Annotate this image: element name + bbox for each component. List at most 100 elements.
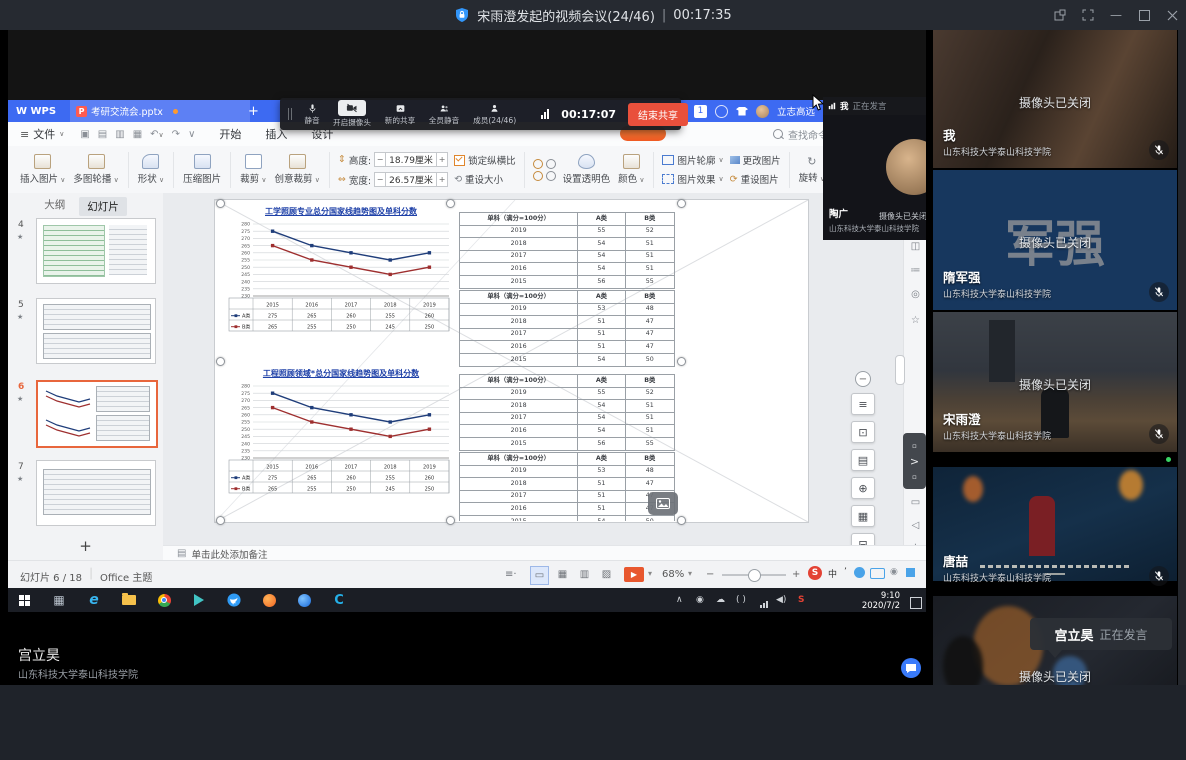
zoom-out-button[interactable]: − — [706, 569, 714, 580]
slide-canvas[interactable]: 工学照顾专业总分国家线趋势图及单科分数280275270265260255250… — [215, 200, 808, 522]
dingtalk-taskbar-icon[interactable] — [226, 592, 242, 608]
contrast-down-icon[interactable] — [546, 171, 556, 181]
ribbon-color-button[interactable]: 颜色 ∨ — [614, 154, 648, 185]
tab-slides[interactable]: 幻灯片 — [79, 197, 127, 216]
properties-icon[interactable]: ◫ — [904, 241, 926, 252]
slide-thumb-5[interactable]: 5★ — [8, 298, 163, 364]
selection-handle[interactable] — [216, 199, 225, 208]
ribbon-shapes-button[interactable]: 形状 ∨ — [134, 154, 168, 185]
ribbon-lock-ratio-checkbox[interactable]: 锁定纵横比 — [454, 153, 516, 167]
ime-keyboard-icon[interactable] — [870, 568, 885, 579]
crop-icon[interactable]: ⊡ — [851, 421, 875, 443]
maximize-button[interactable] — [1138, 9, 1150, 21]
skin-icon[interactable] — [736, 107, 748, 116]
copy-icon[interactable]: ⊟ — [851, 533, 875, 545]
tray-sogou-icon[interactable]: S — [798, 595, 804, 605]
float-window-icon[interactable] — [1054, 9, 1066, 21]
close-button[interactable] — [1166, 9, 1178, 21]
new-share-button[interactable]: 新的共享 — [384, 103, 416, 126]
chrome-icon[interactable] — [156, 592, 172, 608]
zoom-slider-thumb[interactable] — [748, 569, 761, 582]
search-command[interactable]: 查找命令 — [773, 127, 828, 142]
end-share-button[interactable]: 结束共享 — [628, 103, 688, 126]
tray-volume-icon[interactable]: ◀) — [776, 595, 786, 605]
cctalk-icon[interactable]: C — [331, 592, 347, 608]
sidebar-scrollbar[interactable] — [1178, 30, 1186, 760]
sogou-input-icon[interactable]: S — [808, 566, 822, 580]
theme-name[interactable]: Office 主题 — [100, 569, 152, 584]
start-button[interactable] — [16, 592, 32, 608]
selection-handle[interactable] — [446, 199, 455, 208]
share-mute-all-button[interactable]: 全员静音 — [428, 103, 460, 126]
layer-order-icon[interactable]: ≡ — [851, 393, 875, 415]
ribbon-height-spinner[interactable]: ⇕高度:−18.79厘米+ — [338, 152, 448, 167]
firefox-icon[interactable] — [261, 592, 277, 608]
contrast-up-icon[interactable] — [533, 171, 543, 181]
taskbar-clock[interactable]: 9:10 2020/7/2 — [844, 591, 900, 611]
output-icon[interactable]: ▤ — [98, 129, 107, 140]
ime-user-icon[interactable]: ◉ — [890, 567, 898, 577]
redo-icon[interactable]: ↷ — [172, 129, 180, 140]
selection-handle[interactable] — [677, 199, 686, 208]
notes-toggle-icon[interactable]: ≡· — [505, 569, 517, 580]
ime-toolbox-icon[interactable] — [906, 568, 915, 577]
selection-handle[interactable] — [216, 357, 225, 366]
menu-home[interactable]: 开始 — [219, 126, 241, 142]
ribbon-effects-button[interactable]: 图片效果∨ — [662, 172, 723, 186]
undo-icon[interactable]: ↶∨ — [150, 129, 164, 140]
tray-contact-icon[interactable]: ◉ — [696, 595, 704, 605]
zoom-percent[interactable]: 68% — [662, 569, 684, 580]
selection-handle[interactable] — [216, 516, 225, 525]
browser-icon[interactable] — [296, 592, 312, 608]
wps-document-tab[interactable]: P 考研交流会.pptx — [70, 100, 250, 122]
play-caret-icon[interactable]: ▾ — [648, 569, 652, 578]
ribbon-width-spinner[interactable]: ⇔宽度:−26.57厘米+ — [338, 172, 448, 187]
more-icon[interactable]: ∨ — [188, 129, 195, 140]
preview-icon[interactable]: ▦ — [133, 129, 142, 140]
ribbon-multi-carousel-button[interactable]: 多图轮播 ∨ — [69, 154, 122, 185]
brightness-up-icon[interactable] — [533, 159, 543, 169]
drag-handle[interactable] — [288, 108, 292, 120]
sorter-view-icon[interactable]: ▦ — [554, 566, 571, 583]
tab-outline[interactable]: 大纲 — [44, 197, 65, 216]
ribbon-insert-picture-button[interactable]: 插入图片 ∨ — [16, 154, 69, 185]
selected-picture[interactable]: 工学照顾专业总分国家线趋势图及单科分数280275270265260255250… — [219, 202, 681, 521]
share-camera-button[interactable]: 开启摄像头 — [332, 100, 372, 128]
picture-quick-button[interactable] — [648, 492, 678, 515]
ribbon-reset-size-button[interactable]: ⟲重设大小 — [454, 172, 516, 186]
mini-participant-tile[interactable]: 摄像头已关闭 陶广 山东科技大学泰山科技学院 — [823, 115, 926, 240]
outline-view-icon[interactable]: ▨ — [598, 566, 615, 583]
image-panel-icon[interactable]: ▭ — [904, 497, 926, 508]
new-tab-button[interactable]: + — [248, 104, 259, 119]
video-strip-collapse-handle[interactable]: ▫>▫ — [903, 433, 926, 489]
participant-tile-我[interactable]: 摄像头已关闭我山东科技大学泰山科技学院 — [933, 30, 1177, 168]
slide-thumb-7[interactable]: 7★ — [8, 460, 163, 526]
zoom-in-button[interactable]: + — [792, 569, 800, 580]
minimize-button[interactable]: — — [1110, 9, 1122, 21]
editor-scrollbar-thumb[interactable] — [895, 355, 905, 385]
ime-mic-icon[interactable] — [854, 567, 865, 578]
ime-cn-icon[interactable]: 中 — [828, 567, 837, 580]
print-icon[interactable]: ▥ — [115, 129, 124, 140]
ime-punct-icon[interactable]: ’ — [844, 567, 847, 577]
carousel-icon[interactable]: ▤ — [851, 449, 875, 471]
participant-tile-唐喆[interactable]: 唐喆山东科技大学泰山科技学院 — [933, 454, 1177, 594]
video-player-icon[interactable] — [191, 592, 207, 608]
ribbon-creative-crop-button[interactable]: 创意裁剪 ∨ — [271, 154, 324, 185]
file-menu[interactable]: ≡文件∨ — [20, 126, 64, 142]
tray-ime-icon[interactable]: ( ) — [736, 595, 746, 605]
effects-icon[interactable]: ▦ — [851, 505, 875, 527]
adjust-icon[interactable]: ≔ — [904, 265, 926, 276]
file-explorer-icon[interactable] — [121, 592, 137, 608]
tray-network-icon[interactable] — [756, 596, 772, 612]
participant-tile-隋军强[interactable]: 军强摄像头已关闭隋军强山东科技大学泰山科技学院 — [933, 170, 1177, 310]
reading-view-icon[interactable]: ▥ — [576, 566, 593, 583]
add-slide-button[interactable]: + — [8, 537, 163, 555]
selection-handle[interactable] — [677, 357, 686, 366]
save-icon[interactable]: ▣ — [80, 129, 89, 140]
ribbon-change-picture-button[interactable]: 更改图片 — [730, 153, 781, 167]
docer-icon[interactable] — [715, 105, 728, 118]
brightness-down-icon[interactable] — [546, 159, 556, 169]
audio-icon[interactable]: ◁ — [904, 520, 926, 531]
normal-view-icon[interactable]: ▭ — [530, 566, 549, 585]
